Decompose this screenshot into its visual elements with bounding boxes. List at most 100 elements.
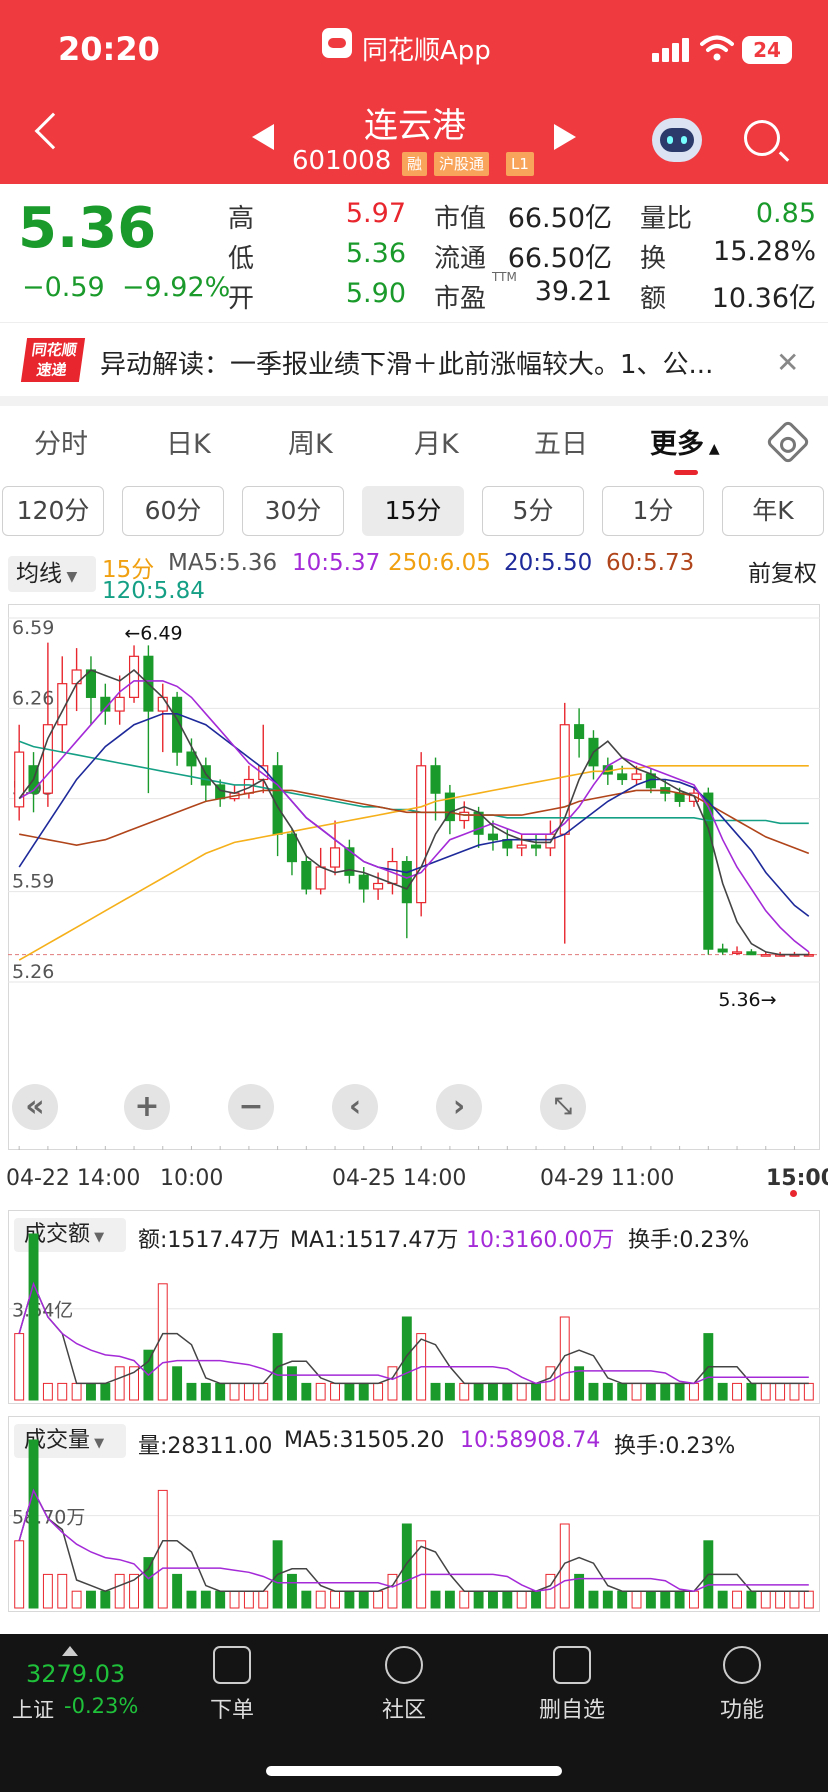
period-120m[interactable]: 120分 bbox=[2, 486, 104, 536]
search-icon[interactable] bbox=[744, 120, 780, 156]
back-icon[interactable] bbox=[34, 112, 72, 150]
volume-bar bbox=[71, 1590, 82, 1609]
candle-body bbox=[128, 655, 140, 698]
volume-bar bbox=[803, 1590, 814, 1609]
x-tick-2: 04-25 14:00 bbox=[332, 1166, 467, 1191]
volume-bar bbox=[344, 1382, 355, 1401]
index-name: 上证 bbox=[12, 1698, 54, 1722]
community-button[interactable]: 社区 bbox=[344, 1646, 464, 1724]
candle-body bbox=[459, 811, 470, 822]
news-logo: 同花顺 速递 bbox=[20, 338, 86, 382]
turnover-label: 换 bbox=[640, 244, 667, 274]
wifi-icon bbox=[700, 35, 734, 61]
volume-bar bbox=[258, 1590, 269, 1609]
period-15m[interactable]: 15分 bbox=[362, 486, 464, 536]
kline-chart[interactable]: 6.596.265.935.595.26←6.495.36→ bbox=[8, 604, 820, 1150]
ma-selector[interactable]: 均线 ▼ bbox=[8, 556, 96, 592]
volume-bar bbox=[71, 1382, 82, 1401]
volratio-value: 0.85 bbox=[755, 198, 816, 229]
adjust-toggle[interactable]: 前复权 bbox=[748, 554, 817, 588]
volume-bar bbox=[645, 1590, 656, 1609]
volume-bar bbox=[689, 1590, 699, 1609]
open-label: 开 bbox=[228, 284, 255, 314]
period-year-k[interactable]: 年K bbox=[722, 486, 824, 536]
shrink-left-icon[interactable]: « bbox=[12, 1084, 58, 1130]
pan-left-icon[interactable]: ‹ bbox=[332, 1084, 378, 1130]
order-button[interactable]: 下单 bbox=[172, 1646, 292, 1724]
index-value[interactable]: 3279.03 bbox=[26, 1660, 125, 1688]
period-1m[interactable]: 1分 bbox=[602, 486, 704, 536]
battery-icon: 24 bbox=[742, 36, 792, 64]
close-icon[interactable]: ✕ bbox=[776, 346, 799, 379]
next-stock-icon[interactable] bbox=[554, 124, 576, 150]
tab-monthly-k[interactable]: 月K bbox=[414, 422, 459, 461]
volume-bar bbox=[100, 1590, 111, 1609]
functions-button[interactable]: 功能 bbox=[682, 1646, 802, 1724]
volume-bar bbox=[803, 1382, 814, 1401]
remove-watchlist-button[interactable]: 删自选 bbox=[512, 1646, 632, 1724]
fullscreen-icon[interactable]: ⤡ bbox=[540, 1084, 586, 1130]
volume-bar bbox=[14, 1333, 25, 1401]
volume-bar bbox=[28, 1233, 39, 1401]
y-tick-label: 3.64亿 bbox=[12, 1300, 73, 1322]
stock-detail-screen: { "status_bar": {"time": "20:20", "app_n… bbox=[0, 0, 828, 1792]
robot-assistant-icon[interactable] bbox=[652, 118, 702, 162]
volume-bar bbox=[473, 1382, 484, 1401]
volume-bar bbox=[358, 1590, 369, 1609]
tab-daily-k[interactable]: 日K bbox=[166, 422, 211, 461]
volume-bar bbox=[28, 1439, 39, 1609]
volume-bar bbox=[301, 1382, 312, 1401]
volume-bar bbox=[459, 1382, 470, 1401]
zoom-in-icon[interactable]: + bbox=[124, 1084, 170, 1130]
zoom-out-icon[interactable]: − bbox=[228, 1084, 274, 1130]
candle-body bbox=[373, 882, 384, 890]
volume-bar bbox=[717, 1590, 728, 1609]
volume-bar bbox=[444, 1590, 455, 1609]
candle-body bbox=[631, 773, 642, 781]
y-tick-label: 5.59 bbox=[12, 871, 54, 893]
y-tick-label: 5.26 bbox=[12, 961, 54, 983]
candle-body bbox=[574, 724, 585, 740]
volume-bar bbox=[229, 1590, 240, 1609]
high-label: 高 bbox=[228, 204, 255, 234]
volume-bar bbox=[760, 1590, 771, 1609]
volume-bar bbox=[330, 1382, 340, 1401]
y-tick-label: 6.59 bbox=[12, 617, 54, 639]
volume-bar bbox=[186, 1590, 197, 1609]
tab-intraday[interactable]: 分时 bbox=[34, 422, 88, 461]
prev-stock-icon[interactable] bbox=[252, 124, 274, 150]
volume-bar bbox=[444, 1382, 455, 1401]
tab-more[interactable]: 更多 ▲ bbox=[650, 422, 720, 461]
divider bbox=[0, 396, 828, 406]
volume-bar bbox=[531, 1382, 541, 1401]
tab-weekly-k[interactable]: 周K bbox=[288, 422, 333, 461]
stock-name: 连云港 bbox=[364, 106, 466, 146]
period-60m[interactable]: 60分 bbox=[122, 486, 224, 536]
news-text[interactable]: 异动解读：一季报业绩下滑＋此前涨幅较大。1、公... bbox=[100, 344, 713, 381]
volume-bar bbox=[602, 1382, 613, 1401]
volume-bar bbox=[215, 1590, 226, 1609]
volume-bar bbox=[746, 1382, 757, 1401]
candle-body bbox=[430, 765, 441, 794]
tab-five-day[interactable]: 五日 bbox=[534, 422, 588, 461]
home-indicator bbox=[266, 1766, 562, 1776]
open-value: 5.90 bbox=[345, 278, 406, 309]
pan-right-icon[interactable]: › bbox=[436, 1084, 482, 1130]
candle-body bbox=[760, 954, 771, 957]
status-time: 20:20 bbox=[58, 30, 160, 68]
volume-bar bbox=[330, 1590, 340, 1609]
index-expand-icon[interactable] bbox=[62, 1646, 78, 1656]
header: 20:20 同花顺App 24 连云港 601008 融 沪股通 L1 bbox=[0, 0, 828, 184]
candle-body bbox=[717, 948, 728, 953]
period-30m[interactable]: 30分 bbox=[242, 486, 344, 536]
candle-body bbox=[329, 847, 341, 868]
volume-bar bbox=[588, 1590, 599, 1609]
volume-bar bbox=[344, 1590, 355, 1609]
turnover-value: 15.28% bbox=[713, 236, 816, 267]
volume-bar bbox=[488, 1590, 498, 1609]
ma20-line bbox=[18, 713, 810, 917]
volratio-label: 量比 bbox=[640, 204, 693, 234]
settings-icon[interactable] bbox=[765, 419, 811, 465]
volume-bar bbox=[617, 1590, 628, 1609]
period-5m[interactable]: 5分 bbox=[482, 486, 584, 536]
